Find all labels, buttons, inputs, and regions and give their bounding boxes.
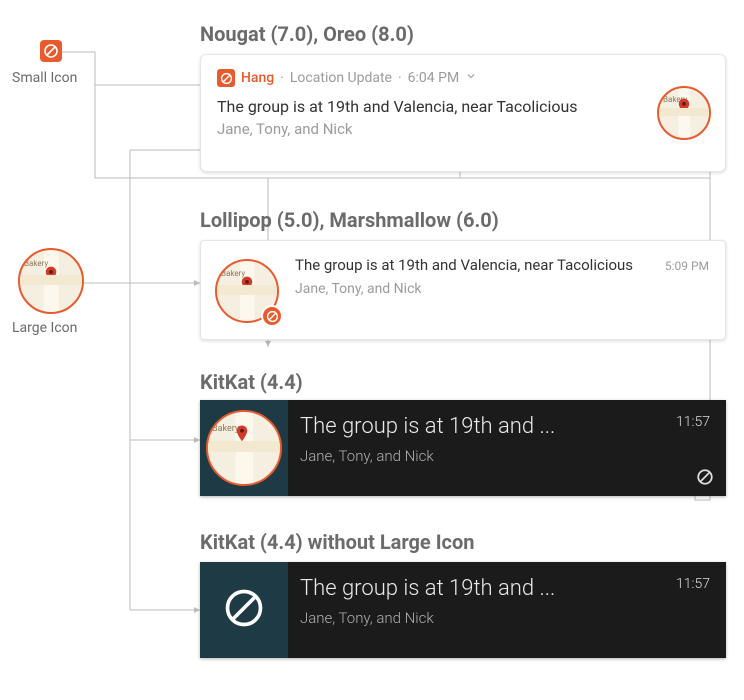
app-circle-slash-icon: [222, 586, 266, 634]
notification-title: The group is at 19th and Valencia, near …: [217, 97, 709, 116]
notification-app-name: Hang: [241, 70, 274, 86]
app-circle-slash-icon: [43, 43, 59, 59]
notification-time: 11:57: [676, 576, 710, 592]
chevron-down-icon[interactable]: [465, 70, 477, 86]
map-pin-icon: [235, 425, 253, 447]
section-title-oreo: Nougat (7.0), Oreo (8.0): [200, 22, 414, 46]
separator: ·: [398, 70, 402, 86]
notification-large-icon: Bakery: [206, 410, 282, 486]
notification-oreo[interactable]: Hang · Location Update · 6:04 PM The gro…: [200, 54, 726, 172]
notification-large-icon: Bakery: [215, 259, 279, 323]
notification-body: Jane, Tony, and Nick: [300, 447, 656, 465]
large-icon-sample: Bakery: [18, 248, 84, 314]
notification-title: The group is at 19th and ...: [300, 576, 656, 601]
notification-subtext: Location Update: [290, 70, 392, 86]
notification-icon-strip: [200, 562, 288, 658]
notification-icon-strip: Bakery: [200, 400, 288, 496]
separator: ·: [280, 70, 284, 86]
map-pin-icon: [44, 266, 58, 280]
map-pin-icon: [240, 276, 254, 290]
notification-title: The group is at 19th and ...: [300, 414, 656, 439]
map-pin-icon: [677, 98, 691, 112]
app-circle-slash-icon: [261, 305, 283, 327]
section-title-marshmallow: Lollipop (5.0), Marshmallow (6.0): [200, 208, 499, 232]
section-title-kitkat-no-large: KitKat (4.4) without Large Icon: [200, 530, 474, 554]
notification-body: Jane, Tony, and Nick: [217, 120, 709, 138]
notification-marshmallow[interactable]: Bakery The group is at 19th and Valencia…: [200, 240, 726, 340]
notification-time: 6:04 PM: [408, 70, 460, 86]
notification-body: Jane, Tony, and Nick: [300, 609, 656, 627]
notification-time: 5:09 PM: [665, 259, 709, 273]
app-circle-slash-icon: [217, 69, 235, 87]
large-icon-label: Large Icon: [12, 320, 77, 336]
notification-kitkat-no-large[interactable]: The group is at 19th and ... Jane, Tony,…: [200, 562, 726, 658]
notification-large-icon: Bakery: [657, 86, 711, 140]
notification-title: The group is at 19th and Valencia, near …: [295, 255, 649, 275]
notification-body: Jane, Tony, and Nick: [295, 281, 649, 297]
notification-time: 11:57: [676, 414, 710, 430]
small-icon-sample: [40, 40, 62, 62]
section-title-kitkat: KitKat (4.4): [200, 370, 303, 394]
notification-kitkat[interactable]: Bakery The group is at 19th and ... Jane…: [200, 400, 726, 496]
small-icon-label: Small Icon: [12, 70, 77, 86]
app-circle-slash-icon: [696, 468, 714, 486]
